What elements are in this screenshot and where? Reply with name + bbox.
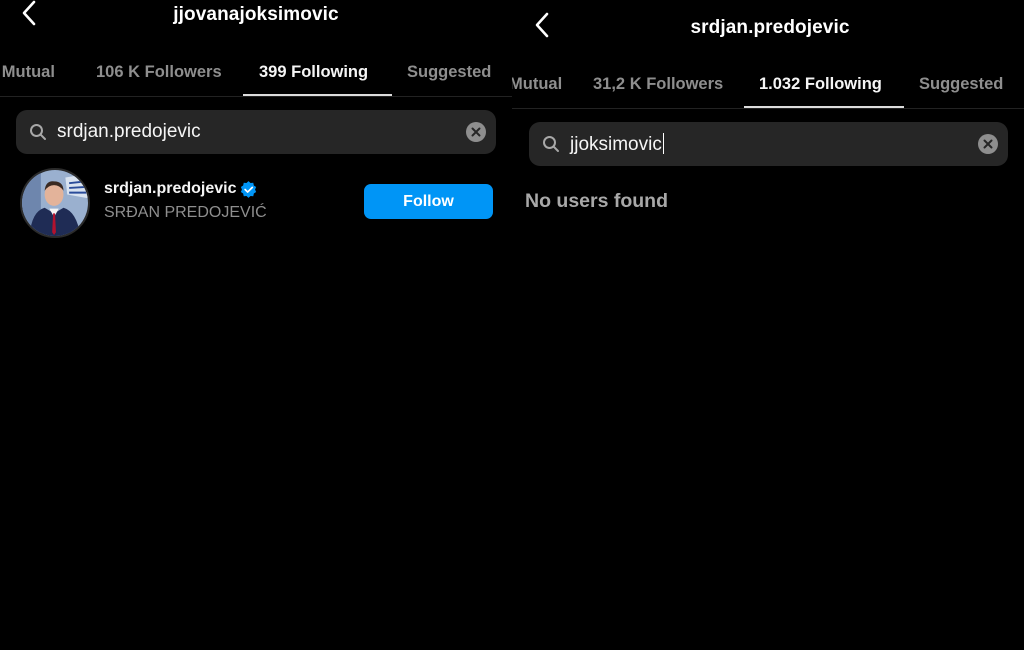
clear-icon[interactable] — [466, 122, 486, 142]
text-caret — [662, 133, 664, 154]
list-item[interactable]: srdjan.predojevic SRĐAN PREDOJEVIĆ Follo… — [0, 168, 512, 248]
tab-mutual[interactable]: Mutual — [512, 69, 562, 109]
tab-followers[interactable]: 31,2 K Followers — [593, 69, 723, 109]
avatar[interactable] — [20, 168, 90, 238]
empty-state-message: No users found — [525, 190, 669, 212]
search-field[interactable]: jjoksimovic — [529, 122, 1008, 166]
tab-bar: Mutual 31,2 K Followers 1.032 Following … — [512, 69, 1024, 109]
search-input[interactable]: srdjan.predojevic — [57, 121, 201, 143]
tab-following[interactable]: 1.032 Following — [759, 69, 882, 109]
search-input-wrap[interactable]: jjoksimovic — [570, 133, 664, 156]
follow-button[interactable]: Follow — [364, 184, 493, 219]
header: jjovanajoksimovic — [0, 0, 512, 36]
tab-suggested[interactable]: Suggested — [407, 57, 491, 97]
left-screen: jjovanajoksimovic 2 Mutual 106 K Followe… — [0, 0, 512, 650]
search-icon — [29, 123, 47, 141]
tab-mutual[interactable]: 2 Mutual — [0, 57, 55, 97]
page-title: jjovanajoksimovic — [173, 4, 339, 25]
user-full-name: SRĐAN PREDOJEVIĆ — [104, 204, 267, 221]
header: srdjan.predojevic — [512, 0, 1024, 38]
tab-following[interactable]: 399 Following — [259, 57, 368, 97]
active-tab-indicator — [744, 106, 904, 108]
clear-icon[interactable] — [978, 134, 998, 154]
username[interactable]: srdjan.predojevic — [104, 180, 237, 197]
page-title: srdjan.predojevic — [690, 17, 850, 38]
tab-bar: 2 Mutual 106 K Followers 399 Following S… — [0, 57, 512, 97]
search-input[interactable]: jjoksimovic — [570, 134, 662, 155]
active-tab-indicator — [243, 94, 392, 96]
search-field[interactable]: srdjan.predojevic — [16, 110, 496, 154]
tab-followers[interactable]: 106 K Followers — [96, 57, 222, 97]
tab-suggested[interactable]: Suggested — [919, 69, 1003, 109]
right-screen: srdjan.predojevic Mutual 31,2 K Follower… — [512, 0, 1024, 650]
user-handle-row[interactable]: srdjan.predojevic — [104, 180, 257, 198]
search-icon — [542, 135, 560, 153]
verified-badge-icon — [240, 180, 257, 198]
